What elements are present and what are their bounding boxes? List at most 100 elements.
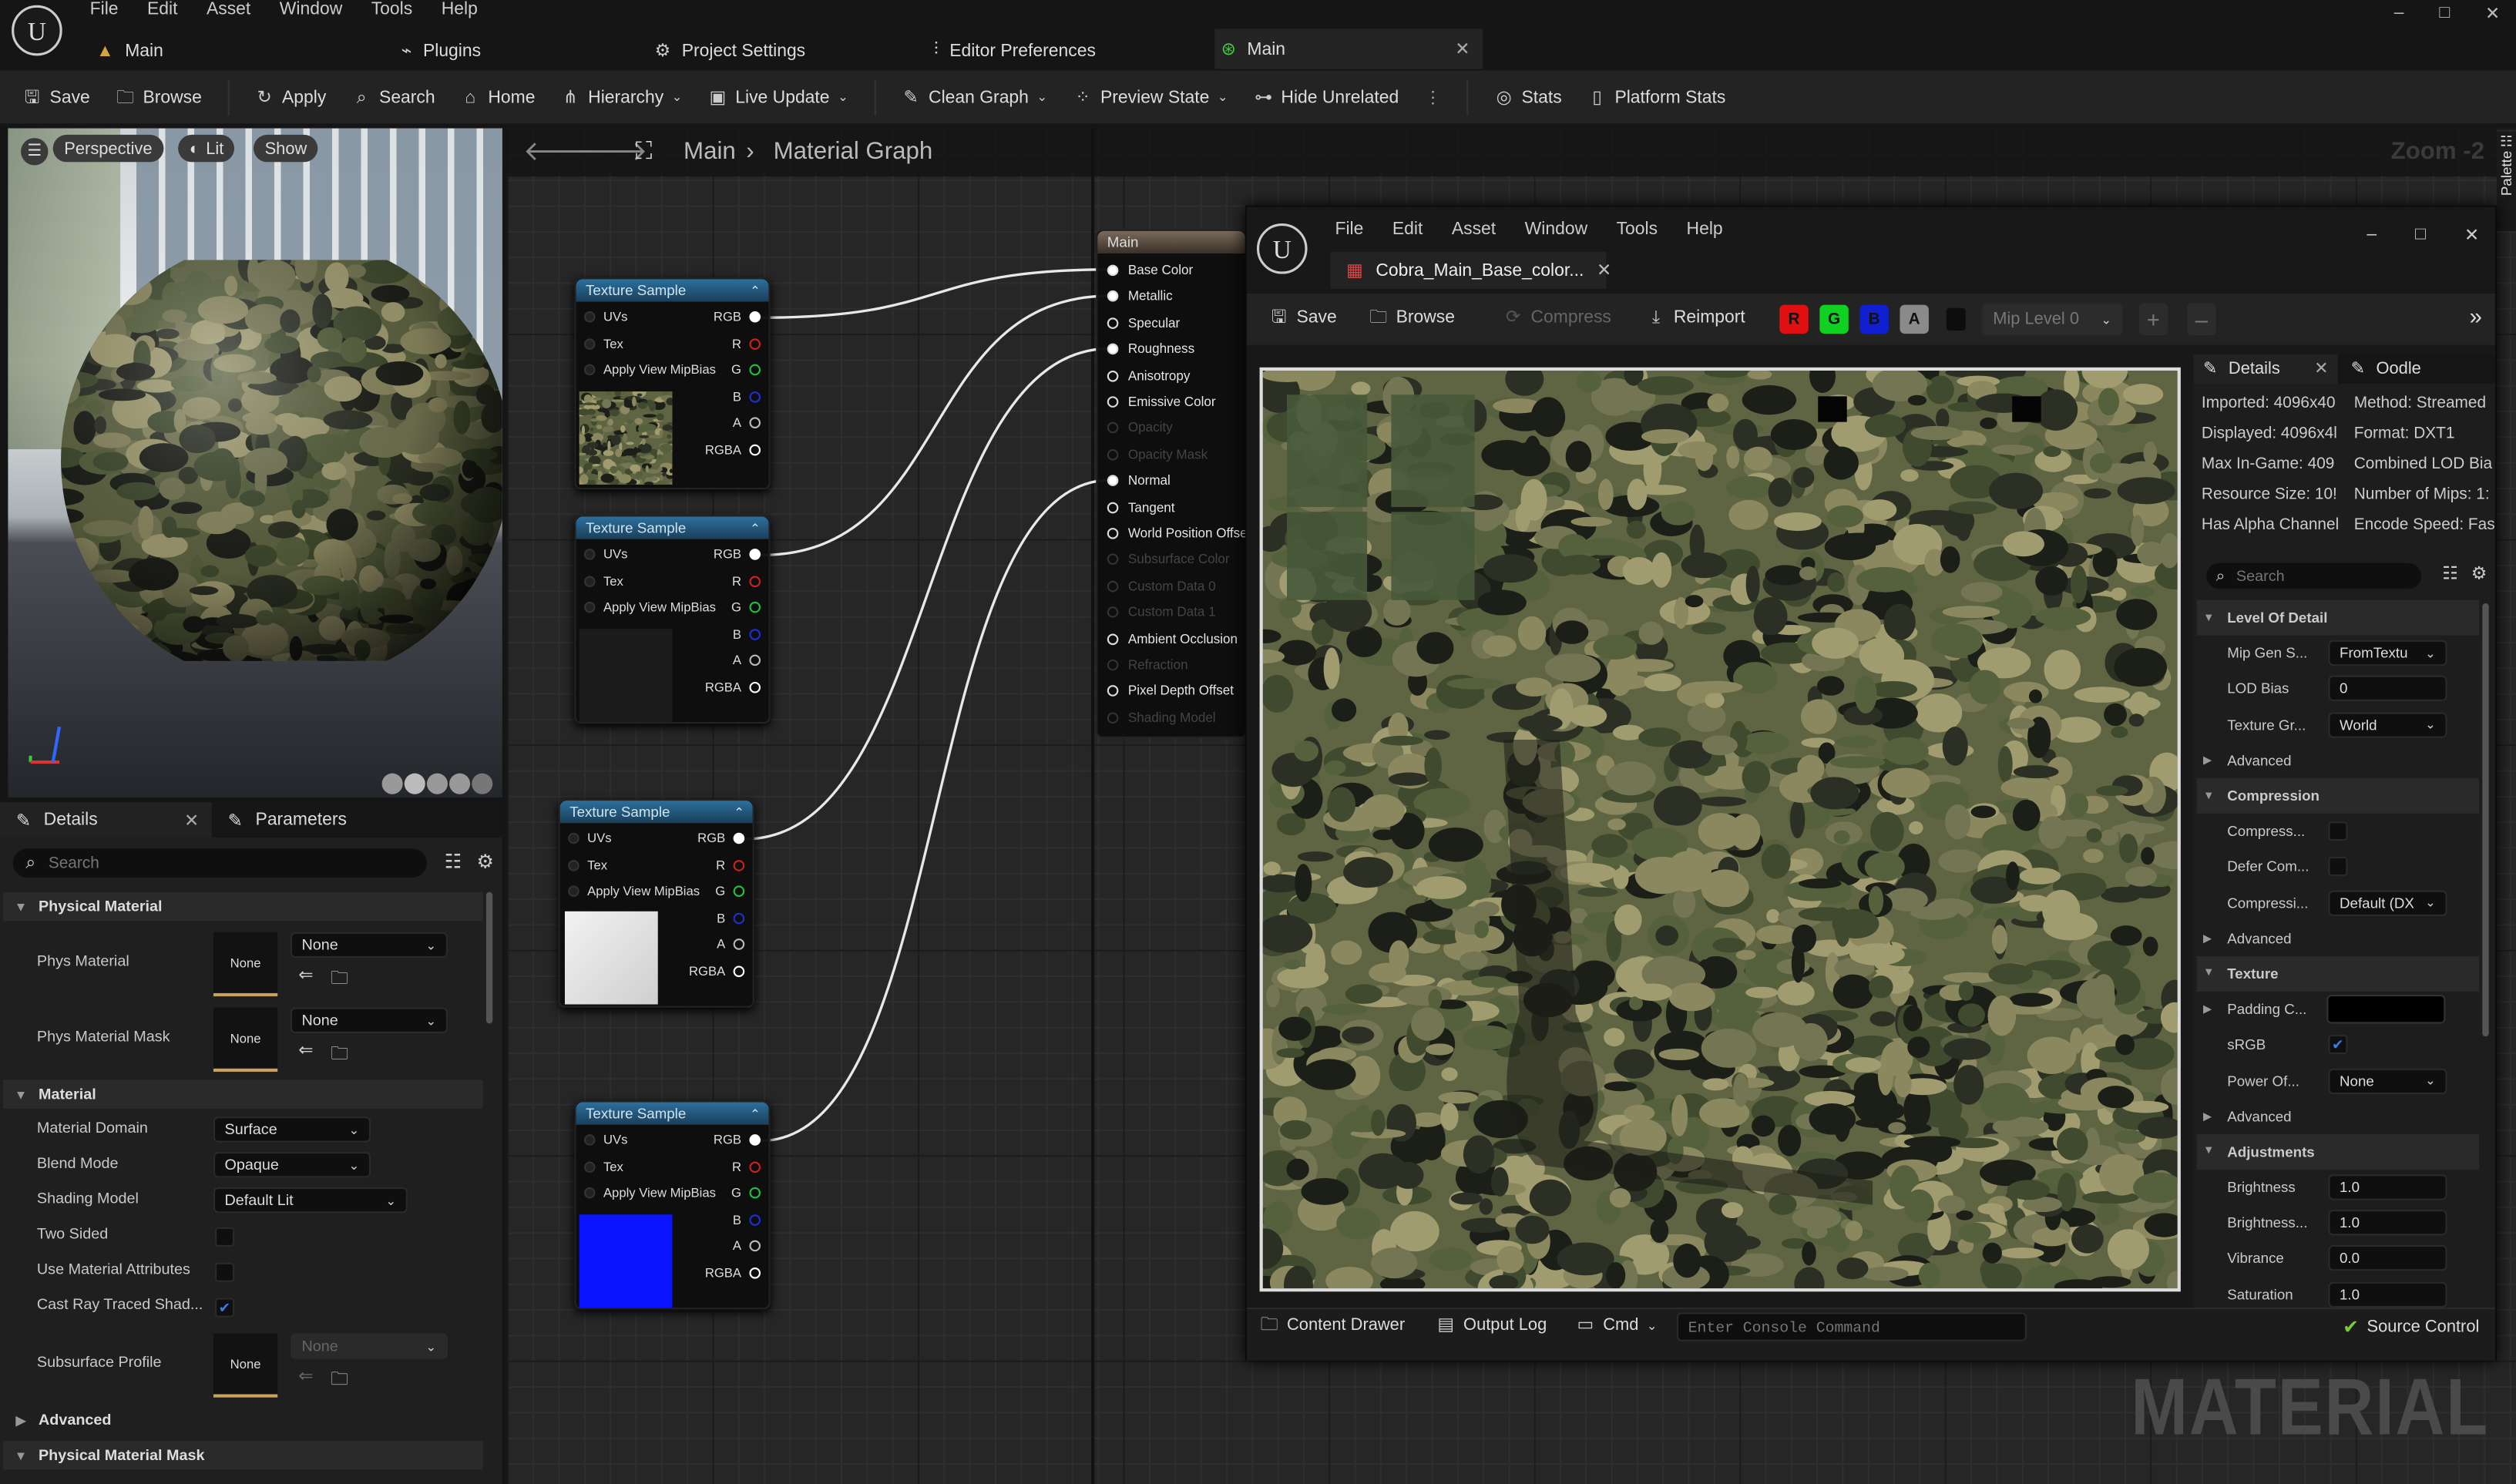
input-pin[interactable]: Tex	[583, 336, 623, 351]
wire-connection[interactable]	[761, 478, 1110, 1143]
te-browse-button[interactable]: 🗀 Browse	[1369, 308, 1455, 327]
output-pin[interactable]: RGB	[714, 1133, 761, 1147]
property-row[interactable]: ▶ Advanced	[2197, 921, 2479, 956]
material-input-pin[interactable]: Emissive Color	[1107, 395, 1216, 409]
tab-editor-preferences[interactable]: ⫶ Editor Preferences	[934, 32, 1096, 69]
texture-details-search-input[interactable]	[2232, 566, 2400, 587]
close-tab-icon[interactable]: ✕	[1597, 260, 1611, 280]
output-pin[interactable]: A	[733, 653, 761, 667]
texture-details-search-box[interactable]: ⌕	[2206, 562, 2422, 589]
channel-g-toggle[interactable]: G	[1819, 304, 1849, 334]
tab-plugins[interactable]: ⌁ Plugins	[401, 32, 481, 69]
input-pin[interactable]: Apply View MipBias	[583, 600, 716, 615]
output-pin[interactable]: RGB	[714, 310, 761, 324]
output-pin[interactable]: R	[732, 1159, 761, 1173]
wire-connection[interactable]	[761, 294, 1110, 557]
source-control-button[interactable]: ✔ Source Control	[2343, 1315, 2479, 1338]
input-pin[interactable]: UVs	[568, 831, 612, 845]
material-input-pin[interactable]: Normal	[1107, 474, 1171, 488]
property-input[interactable]: 1.0	[2328, 1174, 2447, 1200]
te-compress-button[interactable]: ⟳ Compress	[1503, 308, 1611, 327]
material-input-pin[interactable]: Specular	[1107, 316, 1180, 331]
output-pin[interactable]: G	[731, 1186, 761, 1200]
node-header[interactable]: Texture Sample ⌃	[576, 279, 769, 302]
close-window-button[interactable]: ✕	[2464, 225, 2479, 246]
output-pin[interactable]: RGB	[714, 547, 761, 562]
channel-b-toggle[interactable]: B	[1859, 304, 1889, 334]
property-input[interactable]: 0	[2328, 676, 2447, 702]
input-pin[interactable]: Tex	[583, 573, 623, 588]
output-pin[interactable]: R	[732, 573, 761, 588]
output-pin[interactable]: A	[733, 1239, 761, 1253]
output-pin[interactable]: G	[715, 884, 745, 898]
input-pin[interactable]: UVs	[583, 310, 627, 324]
console-command-input[interactable]	[1677, 1312, 2027, 1341]
material-input-pin[interactable]: Subsurface Color	[1107, 552, 1230, 567]
output-pin[interactable]: R	[732, 336, 761, 351]
wire-connection[interactable]	[761, 268, 1110, 319]
node-header[interactable]: Texture Sample ⌃	[576, 516, 769, 539]
material-input-pin[interactable]: Custom Data 1	[1107, 605, 1216, 619]
collapse-node-icon[interactable]: ⌃	[750, 284, 761, 298]
cmd-dropdown[interactable]: ▭ Cmd ⌄	[1576, 1315, 1657, 1335]
property-input[interactable]: 1.0	[2328, 1210, 2447, 1236]
input-pin[interactable]: Apply View MipBias	[568, 884, 700, 898]
collapse-node-icon[interactable]: ⌃	[750, 1106, 761, 1121]
output-pin[interactable]: B	[733, 389, 761, 404]
material-input-pin[interactable]: Anisotropy	[1107, 368, 1190, 383]
tab-oodle[interactable]: ✎ Oodle	[2351, 354, 2421, 383]
output-pin[interactable]: A	[733, 415, 761, 430]
texture-sample-node[interactable]: Texture Sample ⌃ UVs Tex Apply View MipBias R…	[574, 1100, 771, 1310]
material-input-pin[interactable]: World Position Offset	[1107, 526, 1251, 541]
te-menu-file[interactable]: File	[1335, 220, 1363, 239]
material-input-pin[interactable]: Ambient Occlusion	[1107, 632, 1238, 646]
material-input-pin[interactable]: Base Color	[1107, 263, 1193, 277]
property-dropdown[interactable]: Default (DX ⌄	[2328, 889, 2447, 916]
texture-sample-node[interactable]: Texture Sample ⌃ UVs Tex Apply View MipBias R…	[574, 277, 771, 490]
material-input-pin[interactable]: Roughness	[1107, 342, 1194, 357]
material-input-pin[interactable]: Tangent	[1107, 500, 1175, 515]
property-checkbox[interactable]: ✔	[2328, 1035, 2348, 1055]
background-color-swatch[interactable]	[1946, 307, 1966, 331]
collapse-node-icon[interactable]: ⌃	[750, 521, 761, 536]
output-pin[interactable]: R	[716, 858, 745, 872]
output-pin[interactable]: B	[733, 1212, 761, 1227]
property-section[interactable]: ▼ Level Of Detail	[2196, 599, 2480, 636]
tab-project-settings[interactable]: ⚙ Project Settings	[655, 32, 806, 69]
output-pin[interactable]: B	[733, 626, 761, 641]
node-header[interactable]: Texture Sample ⌃	[559, 801, 753, 824]
te-menu-tools[interactable]: Tools	[1617, 220, 1658, 239]
output-pin[interactable]: RGBA	[705, 442, 761, 456]
texture-details-scrollbar[interactable]	[2482, 603, 2489, 1037]
property-checkbox[interactable]	[2328, 857, 2348, 877]
te-menu-help[interactable]: Help	[1687, 220, 1723, 239]
output-pin[interactable]: RGBA	[705, 680, 761, 694]
material-input-pin[interactable]: Custom Data 0	[1107, 579, 1216, 593]
tab-main[interactable]: ▲ Main	[96, 32, 163, 69]
texture-sample-node[interactable]: Texture Sample ⌃ UVs Tex Apply View MipBias R…	[574, 515, 771, 724]
material-input-pin[interactable]: Shading Model	[1107, 710, 1216, 725]
output-pin[interactable]: RGBA	[705, 1265, 761, 1280]
collapsed-arrow-icon[interactable]: ▶	[2203, 1003, 2212, 1016]
property-dropdown[interactable]: None ⌄	[2328, 1067, 2447, 1094]
te-menu-window[interactable]: Window	[1525, 220, 1587, 239]
content-drawer-button[interactable]: 🗀 Content Drawer	[1260, 1315, 1405, 1335]
te-menu-asset[interactable]: Asset	[1452, 220, 1496, 239]
output-pin[interactable]: G	[731, 600, 761, 615]
output-pin[interactable]: A	[717, 937, 745, 952]
te-save-button[interactable]: 🖫 Save	[1269, 308, 1337, 327]
channel-a-toggle[interactable]: A	[1900, 304, 1929, 334]
texture-editor-logo-icon[interactable]: U	[1253, 220, 1311, 277]
input-pin[interactable]: Apply View MipBias	[583, 363, 716, 377]
mip-increase-button[interactable]: +	[2138, 303, 2168, 336]
maximize-button[interactable]: □	[2415, 225, 2426, 246]
table-view-icon[interactable]: ☷	[2442, 563, 2458, 584]
node-header[interactable]: Texture Sample ⌃	[576, 1102, 769, 1125]
property-section[interactable]: ▼ Texture	[2196, 955, 2480, 992]
settings-gear-icon[interactable]: ⚙	[2471, 563, 2487, 584]
material-input-pin[interactable]: Opacity	[1107, 421, 1173, 435]
texture-sample-node[interactable]: Texture Sample ⌃ UVs Tex Apply View MipBias R…	[558, 798, 754, 1008]
output-log-button[interactable]: ▤ Output Log	[1436, 1315, 1547, 1335]
material-input-pin[interactable]: Pixel Depth Offset	[1107, 684, 1234, 699]
property-dropdown[interactable]: World ⌄	[2328, 711, 2447, 738]
